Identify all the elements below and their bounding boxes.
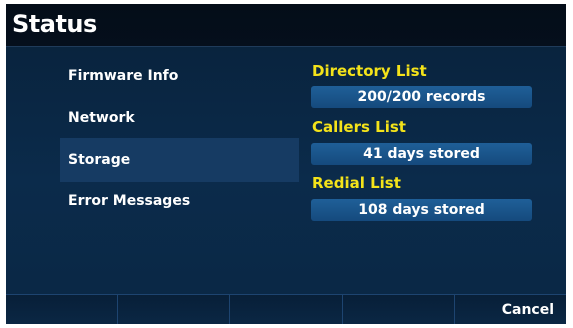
softkey-4[interactable]	[343, 295, 455, 324]
callers-list-title: Callers List	[312, 118, 406, 136]
status-screen: Status Firmware Info Network Storage Err…	[6, 4, 566, 324]
menu-item-label: Firmware Info	[68, 68, 179, 84]
cancel-softkey[interactable]: Cancel	[455, 295, 566, 324]
menu-item-label: Network	[68, 110, 135, 126]
menu-item-network[interactable]: Network	[60, 96, 299, 140]
softkey-1[interactable]	[6, 295, 119, 324]
title-bar: Status	[6, 4, 566, 47]
softkey-2[interactable]	[118, 295, 231, 324]
softkey-3[interactable]	[230, 295, 343, 324]
softkey-bar: Cancel	[6, 294, 566, 324]
redial-list-title: Redial List	[312, 174, 401, 192]
directory-list-value: 200/200 records	[311, 86, 532, 108]
page-title: Status	[12, 10, 97, 38]
callers-list-value: 41 days stored	[311, 143, 532, 165]
menu-item-label: Storage	[68, 152, 131, 168]
directory-list-title: Directory List	[312, 62, 427, 80]
menu-item-firmware-info[interactable]: Firmware Info	[60, 54, 299, 98]
redial-list-value: 108 days stored	[311, 199, 532, 221]
menu-item-label: Error Messages	[68, 193, 191, 209]
menu-item-storage[interactable]: Storage	[60, 138, 299, 182]
menu-item-error-messages[interactable]: Error Messages	[60, 179, 299, 223]
